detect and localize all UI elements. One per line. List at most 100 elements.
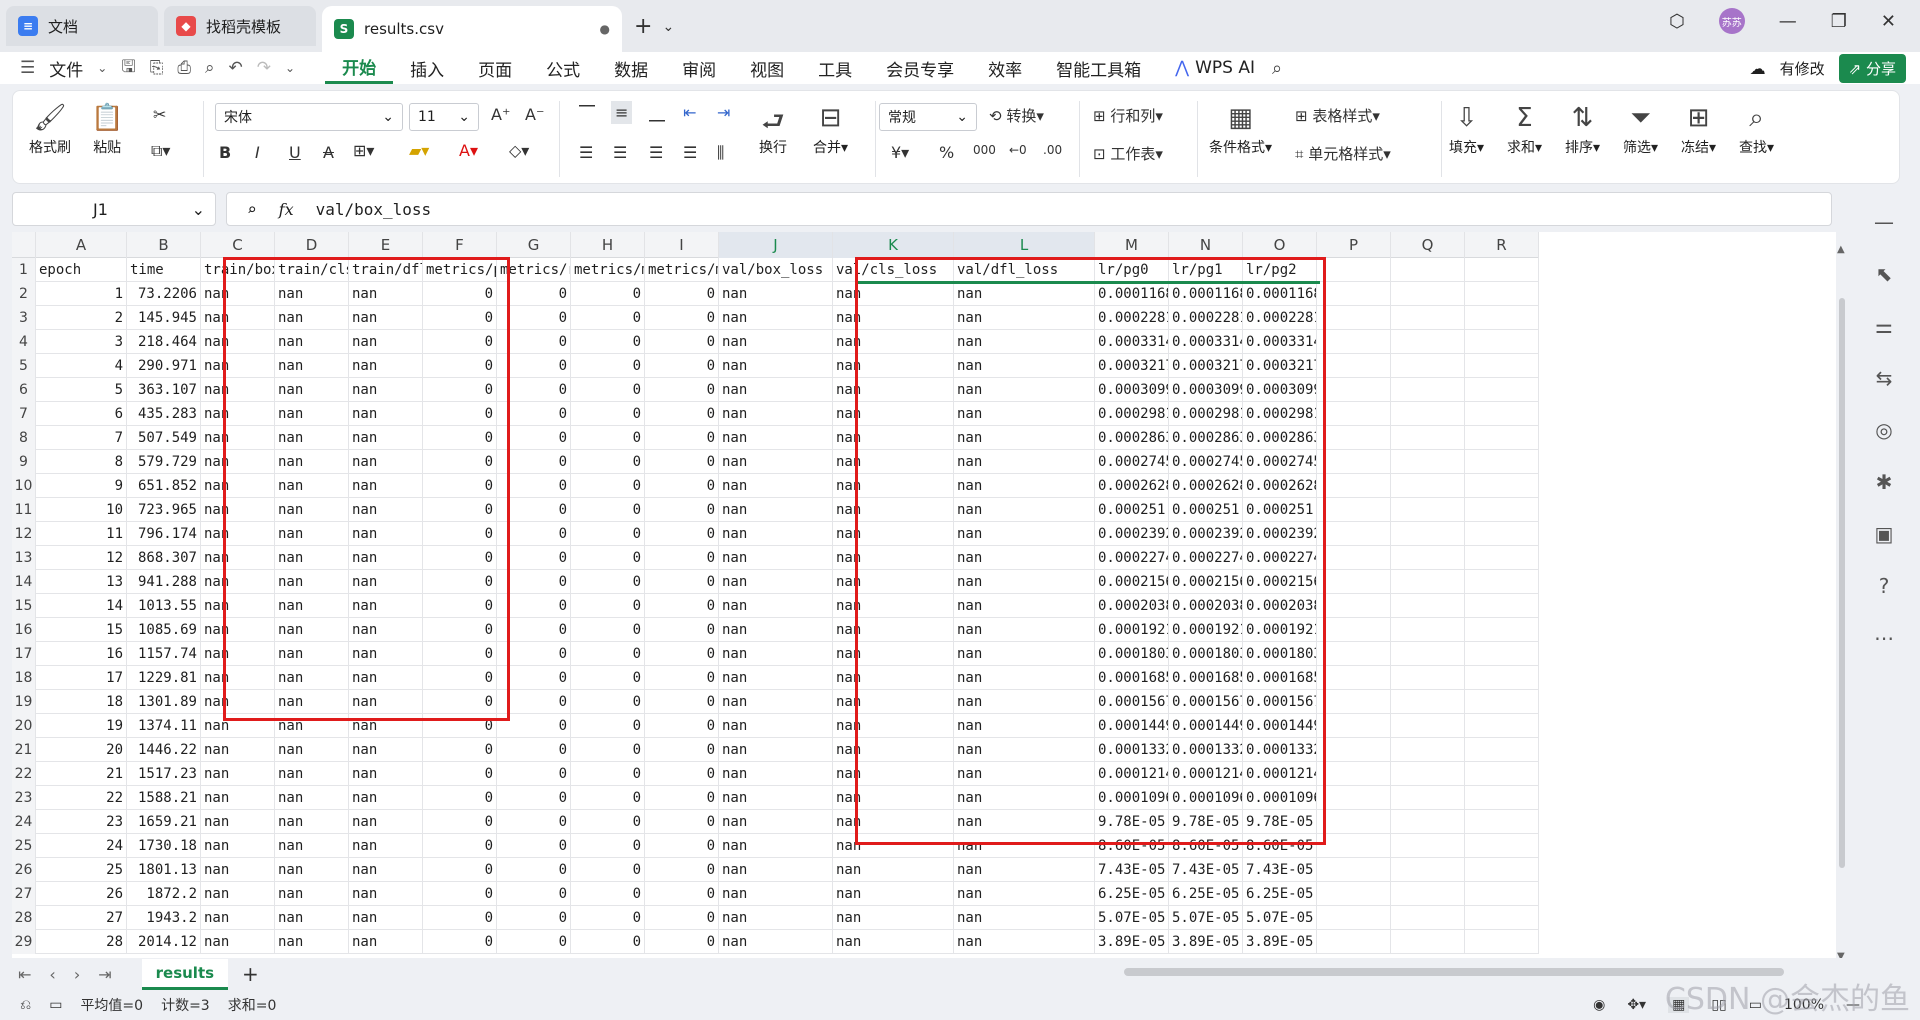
cell[interactable]: [1465, 594, 1539, 618]
cell[interactable]: nan: [201, 546, 275, 570]
cell[interactable]: [1317, 882, 1391, 906]
avatar[interactable]: 苏苏: [1718, 8, 1745, 34]
cell[interactable]: 0.0001803: [1243, 642, 1317, 666]
cell[interactable]: 0.0001096: [1243, 786, 1317, 810]
search-icon[interactable]: ⌕: [1272, 58, 1282, 79]
decrease-decimal-icon[interactable]: .00: [1043, 143, 1062, 157]
cell[interactable]: nan: [719, 378, 833, 402]
cell[interactable]: nan: [201, 738, 275, 762]
wrap-button[interactable]: ⮐ 换行: [759, 103, 787, 157]
cell[interactable]: nan: [719, 570, 833, 594]
tools-icon[interactable]: ✱: [1876, 470, 1893, 494]
cell[interactable]: 27: [36, 906, 127, 930]
cell[interactable]: nan: [719, 714, 833, 738]
cell[interactable]: 796.174: [127, 522, 201, 546]
number-format-select[interactable]: 常规 ⌄: [879, 103, 977, 131]
column-header-E[interactable]: E: [349, 232, 423, 258]
cell[interactable]: nan: [275, 378, 349, 402]
cell[interactable]: 0: [645, 306, 719, 330]
cell[interactable]: [1317, 690, 1391, 714]
cell[interactable]: 0: [497, 450, 571, 474]
cell[interactable]: nan: [201, 618, 275, 642]
cell[interactable]: [1465, 474, 1539, 498]
cell[interactable]: 0.0001332: [1243, 738, 1317, 762]
cell[interactable]: nan: [275, 522, 349, 546]
cell[interactable]: nan: [275, 810, 349, 834]
cell[interactable]: 0: [571, 594, 645, 618]
cell[interactable]: [1391, 642, 1465, 666]
cell[interactable]: nan: [275, 642, 349, 666]
cell[interactable]: train/cls_: [275, 258, 349, 282]
cell[interactable]: 0: [645, 906, 719, 930]
cell[interactable]: nan: [275, 786, 349, 810]
column-header-F[interactable]: F: [423, 232, 497, 258]
cell[interactable]: [1391, 450, 1465, 474]
cell[interactable]: [1317, 306, 1391, 330]
cell[interactable]: val/dfl_loss: [954, 258, 1095, 282]
scroll-thumb[interactable]: [1839, 298, 1845, 868]
align-top-icon[interactable]: ⎺: [579, 103, 595, 123]
cell[interactable]: [1391, 282, 1465, 306]
cell[interactable]: nan: [954, 498, 1095, 522]
cell[interactable]: nan: [833, 498, 954, 522]
cell[interactable]: nan: [833, 522, 954, 546]
cell[interactable]: nan: [349, 306, 423, 330]
cell[interactable]: nan: [719, 642, 833, 666]
cell[interactable]: [1317, 786, 1391, 810]
row-number[interactable]: 26: [12, 858, 36, 882]
cell[interactable]: nan: [201, 810, 275, 834]
cell[interactable]: 0: [571, 570, 645, 594]
cell[interactable]: nan: [719, 282, 833, 306]
filter-button[interactable]: ⏷ 筛选▾: [1623, 103, 1658, 157]
cell[interactable]: 0: [497, 546, 571, 570]
cell[interactable]: 0.0002281: [1243, 306, 1317, 330]
cell[interactable]: [1391, 618, 1465, 642]
cell[interactable]: [1317, 570, 1391, 594]
cell[interactable]: [1465, 834, 1539, 858]
cell[interactable]: nan: [349, 426, 423, 450]
row-number[interactable]: 4: [12, 330, 36, 354]
cell[interactable]: 0: [497, 762, 571, 786]
cell[interactable]: [1317, 522, 1391, 546]
chevron-down-icon[interactable]: ⌄: [97, 61, 107, 75]
cell[interactable]: [1465, 618, 1539, 642]
cell[interactable]: 1517.23: [127, 762, 201, 786]
cell[interactable]: nan: [275, 570, 349, 594]
cell[interactable]: [1391, 378, 1465, 402]
cell[interactable]: nan: [719, 306, 833, 330]
cell[interactable]: nan: [349, 690, 423, 714]
cell[interactable]: 1013.55: [127, 594, 201, 618]
font-size-select[interactable]: 11 ⌄: [409, 103, 479, 131]
cell[interactable]: 0.0002981: [1169, 402, 1243, 426]
cell[interactable]: [1465, 762, 1539, 786]
cell[interactable]: 18: [36, 690, 127, 714]
cell[interactable]: 0: [645, 522, 719, 546]
clear-icon[interactable]: ◇▾: [509, 141, 529, 160]
cell[interactable]: 11: [36, 522, 127, 546]
cell[interactable]: nan: [201, 690, 275, 714]
cell[interactable]: nan: [201, 930, 275, 954]
cell[interactable]: 868.307: [127, 546, 201, 570]
cell[interactable]: 9.78E-05: [1095, 810, 1169, 834]
cell[interactable]: 0.0001567: [1243, 690, 1317, 714]
cell[interactable]: 218.464: [127, 330, 201, 354]
cell[interactable]: 0.0001214: [1169, 762, 1243, 786]
cell[interactable]: [1465, 786, 1539, 810]
row-number[interactable]: 23: [12, 786, 36, 810]
cell[interactable]: nan: [275, 594, 349, 618]
column-header-D[interactable]: D: [275, 232, 349, 258]
sort-button[interactable]: ⇅ 排序▾: [1565, 103, 1600, 157]
cell[interactable]: 0: [423, 666, 497, 690]
cell[interactable]: 0: [423, 714, 497, 738]
chevron-down-icon[interactable]: ⌄: [285, 61, 295, 75]
row-number[interactable]: 28: [12, 906, 36, 930]
cell[interactable]: 0.0002281: [1169, 306, 1243, 330]
first-sheet-icon[interactable]: ⇤: [18, 965, 31, 984]
cell[interactable]: [1465, 522, 1539, 546]
cell[interactable]: nan: [349, 498, 423, 522]
cell[interactable]: 0.0003099: [1095, 378, 1169, 402]
print-preview-icon[interactable]: ⌕: [205, 58, 215, 78]
cell[interactable]: 0.0001096: [1095, 786, 1169, 810]
cell[interactable]: nan: [349, 546, 423, 570]
cell[interactable]: 0: [497, 498, 571, 522]
